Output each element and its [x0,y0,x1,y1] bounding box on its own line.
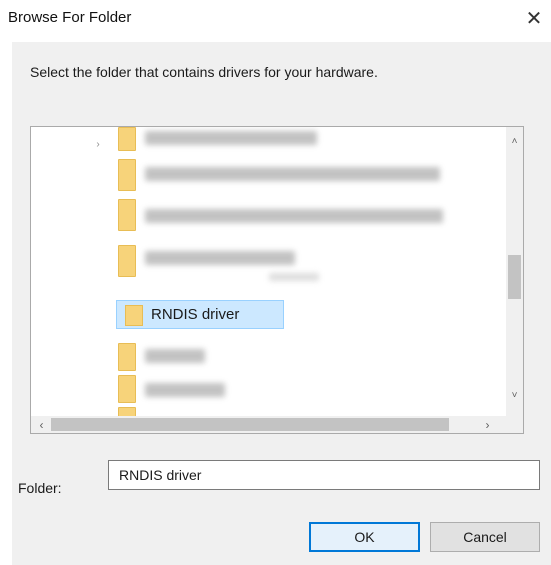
blurred-folder-label [269,273,319,281]
window-title: Browse For Folder [8,9,132,26]
tree-item-rndis-driver[interactable]: RNDIS driver [116,300,284,329]
scroll-right-icon[interactable]: › [479,416,496,433]
instruction-text: Select the folder that contains drivers … [30,64,378,80]
folder-icon [118,127,136,151]
close-button[interactable]: ✕ [519,3,549,33]
close-icon: ✕ [525,7,543,30]
blurred-folder-label [145,383,225,397]
vertical-scroll-thumb[interactable] [508,255,521,299]
folder-tree-view[interactable]: › RNDIS driver ˄ ˅ ‹ › [30,126,524,434]
horizontal-scroll-thumb[interactable] [51,418,449,431]
cancel-button[interactable]: Cancel [430,522,540,552]
dialog-body: Select the folder that contains drivers … [12,42,551,565]
folder-name-input[interactable] [108,460,540,490]
folder-icon [118,375,136,403]
blurred-folder-label [145,349,205,363]
folder-icon [118,245,136,277]
folder-icon [125,305,143,326]
scrollbar-corner [506,416,523,433]
folder-icon [118,199,136,231]
horizontal-scrollbar[interactable]: ‹ › [31,416,506,433]
blurred-folder-label [145,167,440,181]
scroll-left-icon[interactable]: ‹ [33,416,50,433]
ok-button[interactable]: OK [309,522,420,552]
folder-icon [118,407,136,416]
browse-for-folder-dialog: Browse For Folder ✕ Select the folder th… [0,0,551,565]
blurred-folder-label [145,131,317,145]
blurred-folder-label [145,251,295,265]
tree-item-label: RNDIS driver [151,306,240,323]
blurred-folder-label [145,209,443,223]
vertical-scrollbar[interactable]: ˄ ˅ [506,127,523,416]
scroll-down-icon[interactable]: ˅ [506,387,523,404]
tree-expander-icon[interactable]: › [93,138,103,150]
folder-icon [118,159,136,191]
title-bar: Browse For Folder ✕ [0,0,551,40]
folder-field-label: Folder: [18,480,62,496]
scroll-up-icon[interactable]: ˄ [506,133,523,150]
folder-icon [118,343,136,371]
folder-tree-content: › RNDIS driver [31,127,506,416]
